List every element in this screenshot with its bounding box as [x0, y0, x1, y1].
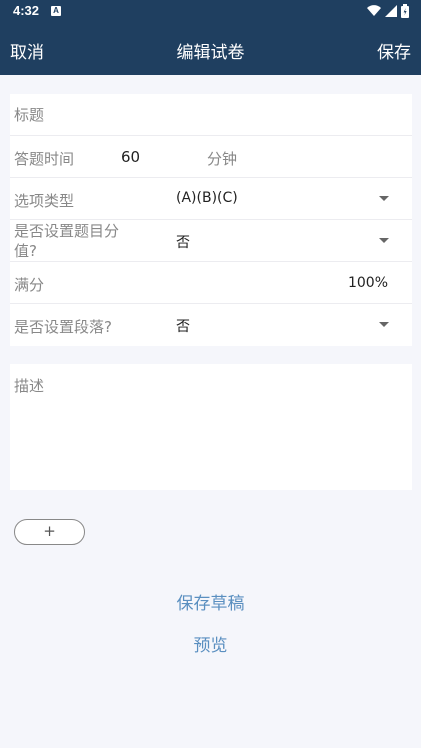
full-score-value[interactable]: 100% — [348, 275, 388, 291]
add-question-button[interactable]: + — [14, 519, 85, 545]
exam-settings-form: 答题时间 60 分钟 选项类型 (A)(B)(C) 是否设置题目分值? 否 满分… — [10, 94, 412, 346]
notification-a-icon: A — [51, 6, 61, 16]
description-placeholder: 描述 — [14, 377, 45, 395]
full-score-label: 满分 — [14, 276, 45, 294]
duration-row: 答题时间 60 分钟 — [10, 136, 412, 178]
dropdown-caret-icon[interactable] — [379, 322, 389, 327]
duration-unit: 分钟 — [207, 150, 238, 168]
preview-button[interactable]: 预览 — [0, 631, 421, 656]
set-section-label: 是否设置段落? — [14, 318, 112, 336]
wifi-icon — [367, 5, 381, 17]
save-button[interactable]: 保存 — [377, 38, 411, 63]
option-type-label: 选项类型 — [14, 192, 75, 210]
title-row — [10, 94, 412, 136]
app-bar: 取消 编辑试卷 保存 — [0, 24, 421, 75]
option-type-row[interactable]: 选项类型 (A)(B)(C) — [10, 178, 412, 220]
duration-label: 答题时间 — [14, 150, 75, 168]
description-field[interactable]: 描述 — [10, 364, 412, 490]
battery-icon — [401, 4, 409, 18]
full-score-row: 满分 100% — [10, 262, 412, 304]
title-input[interactable] — [14, 94, 404, 136]
duration-input[interactable]: 60 — [121, 148, 181, 166]
set-score-label: 是否设置题目分值? — [14, 222, 120, 260]
save-draft-button[interactable]: 保存草稿 — [0, 589, 421, 614]
set-section-row[interactable]: 是否设置段落? 否 — [10, 304, 412, 346]
signal-icon — [385, 5, 397, 17]
option-type-select[interactable]: (A)(B)(C) — [176, 190, 238, 206]
status-icons — [367, 4, 409, 18]
status-bar: 4:32 A — [0, 0, 421, 24]
status-time: 4:32 — [13, 3, 40, 18]
dropdown-caret-icon[interactable] — [379, 196, 389, 201]
set-score-select[interactable]: 否 — [176, 232, 190, 252]
dropdown-caret-icon[interactable] — [379, 238, 389, 243]
set-section-select[interactable]: 否 — [176, 316, 190, 336]
page-title: 编辑试卷 — [176, 43, 245, 63]
set-score-row[interactable]: 是否设置题目分值? 否 — [10, 220, 412, 262]
